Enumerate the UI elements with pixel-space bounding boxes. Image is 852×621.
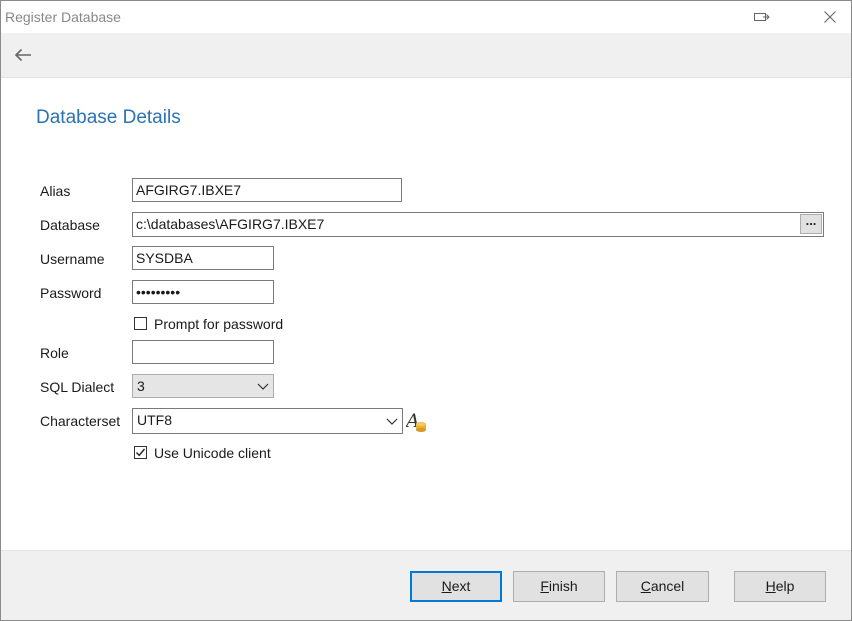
password-input[interactable]: ••••••••• xyxy=(132,280,274,304)
next-label-rest: ext xyxy=(451,578,471,594)
toolbar xyxy=(1,33,851,78)
sql-dialect-value: 3 xyxy=(137,378,145,394)
close-icon xyxy=(824,11,836,23)
characterset-value: UTF8 xyxy=(137,412,172,428)
prompt-password-label[interactable]: Prompt for password xyxy=(154,316,283,332)
page-title: Database Details xyxy=(36,107,181,128)
checkmark-icon xyxy=(135,448,146,457)
chevron-down-icon xyxy=(257,383,269,390)
role-label: Role xyxy=(40,345,69,361)
role-input[interactable] xyxy=(132,340,274,364)
title-bar: Register Database xyxy=(1,1,851,33)
help-mnemonic: H xyxy=(765,578,776,594)
next-button[interactable]: Next xyxy=(410,571,502,602)
username-input[interactable] xyxy=(132,246,274,270)
restore-icon xyxy=(754,13,770,21)
database-field[interactable]: c:\databases\AFGIRG7.IBXE7 ... xyxy=(132,212,824,237)
window-title: Register Database xyxy=(5,9,121,25)
finish-button[interactable]: Finish xyxy=(513,571,605,602)
characterset-database-icon[interactable]: A xyxy=(404,410,428,434)
cancel-button[interactable]: Cancel xyxy=(616,571,709,602)
unicode-client-checkbox[interactable] xyxy=(134,446,147,459)
username-label: Username xyxy=(40,251,105,267)
font-database-icon: A xyxy=(404,410,426,432)
browse-button[interactable]: ... xyxy=(800,214,822,234)
back-button[interactable] xyxy=(11,43,35,67)
finish-label-rest: inish xyxy=(548,578,578,594)
characterset-select[interactable]: UTF8 xyxy=(132,408,403,434)
unicode-client-label[interactable]: Use Unicode client xyxy=(154,445,271,461)
close-button[interactable] xyxy=(807,1,851,33)
back-arrow-icon xyxy=(14,48,31,62)
password-label: Password xyxy=(40,285,102,301)
sql-dialect-label: SQL Dialect xyxy=(40,379,115,395)
prompt-password-checkbox[interactable] xyxy=(134,317,147,330)
sql-dialect-select[interactable]: 3 xyxy=(132,374,274,398)
database-path: c:\databases\AFGIRG7.IBXE7 xyxy=(136,216,325,232)
cancel-mnemonic: C xyxy=(640,578,651,594)
help-label-rest: elp xyxy=(775,578,795,594)
cancel-label-rest: ancel xyxy=(650,578,685,594)
next-mnemonic: N xyxy=(441,578,452,594)
finish-mnemonic: F xyxy=(540,578,549,594)
characterset-label: Characterset xyxy=(40,413,121,429)
register-database-dialog: Register Database Database Details Alias… xyxy=(0,0,852,621)
chevron-down-icon xyxy=(386,418,398,425)
alias-label: Alias xyxy=(40,183,71,199)
alias-input[interactable] xyxy=(132,178,402,202)
restore-button[interactable] xyxy=(739,1,785,33)
help-button[interactable]: Help xyxy=(734,571,826,602)
database-label: Database xyxy=(40,217,100,233)
